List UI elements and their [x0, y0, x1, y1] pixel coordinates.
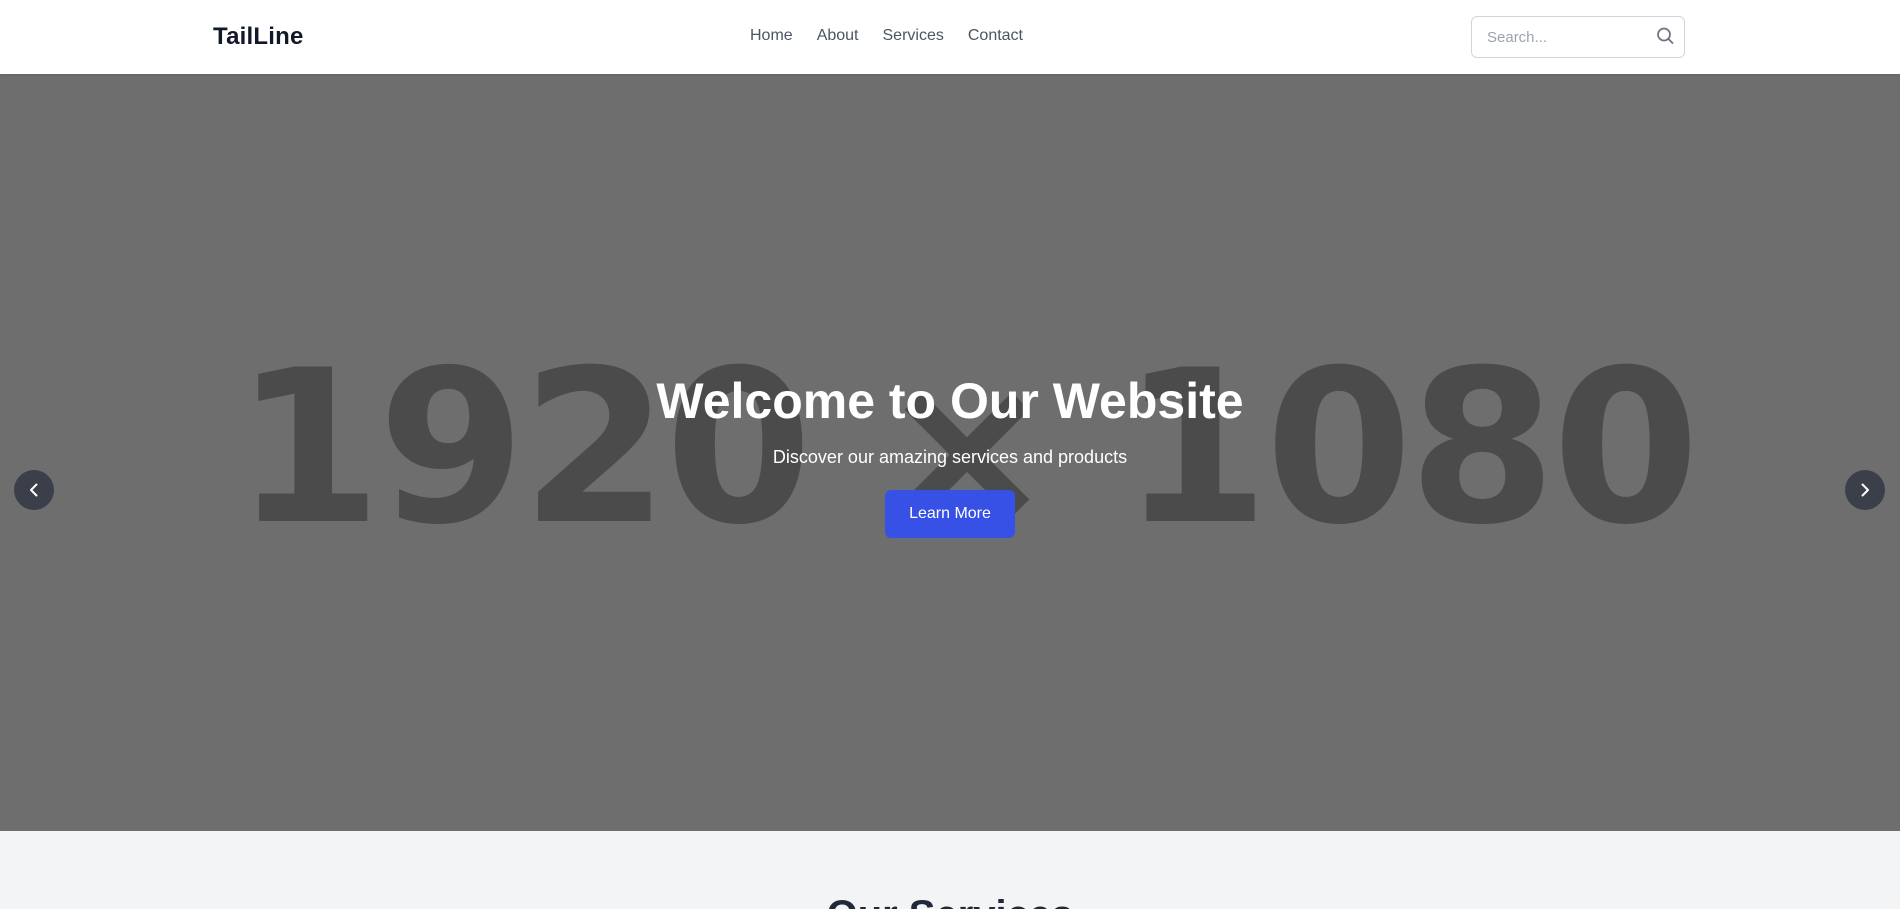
brand-logo[interactable]: TailLine [213, 23, 304, 51]
carousel-next-button[interactable] [1845, 470, 1885, 510]
carousel-prev-button[interactable] [14, 470, 54, 510]
nav-item-contact: Contact [968, 27, 1023, 45]
hero-content: Welcome to Our Website Discover our amaz… [0, 370, 1900, 538]
nav-link-home[interactable]: Home [750, 27, 793, 44]
hero-title: Welcome to Our Website [656, 373, 1244, 429]
nav-item-about: About [817, 27, 859, 45]
learn-more-button[interactable]: Learn More [885, 490, 1015, 538]
nav-item-services: Services [883, 27, 944, 45]
services-heading: Our Services [0, 893, 1900, 909]
search-box [1471, 16, 1685, 58]
services-section: Our Services [0, 831, 1900, 909]
navbar: TailLine Home About Services Contact [0, 0, 1900, 74]
nav-menu: Home About Services Contact [750, 27, 1023, 45]
chevron-right-icon [1861, 483, 1869, 497]
nav-link-services[interactable]: Services [883, 27, 944, 44]
chevron-left-icon [30, 483, 38, 497]
search-icon[interactable] [1654, 25, 1676, 47]
nav-link-contact[interactable]: Contact [968, 27, 1023, 44]
search-input[interactable] [1473, 18, 1643, 56]
nav-link-about[interactable]: About [817, 27, 859, 44]
hero-carousel: 1920 × 1080 Welcome to Our Website Disco… [0, 74, 1900, 831]
hero-subtitle: Discover our amazing services and produc… [772, 447, 1128, 467]
nav-item-home: Home [750, 27, 793, 45]
